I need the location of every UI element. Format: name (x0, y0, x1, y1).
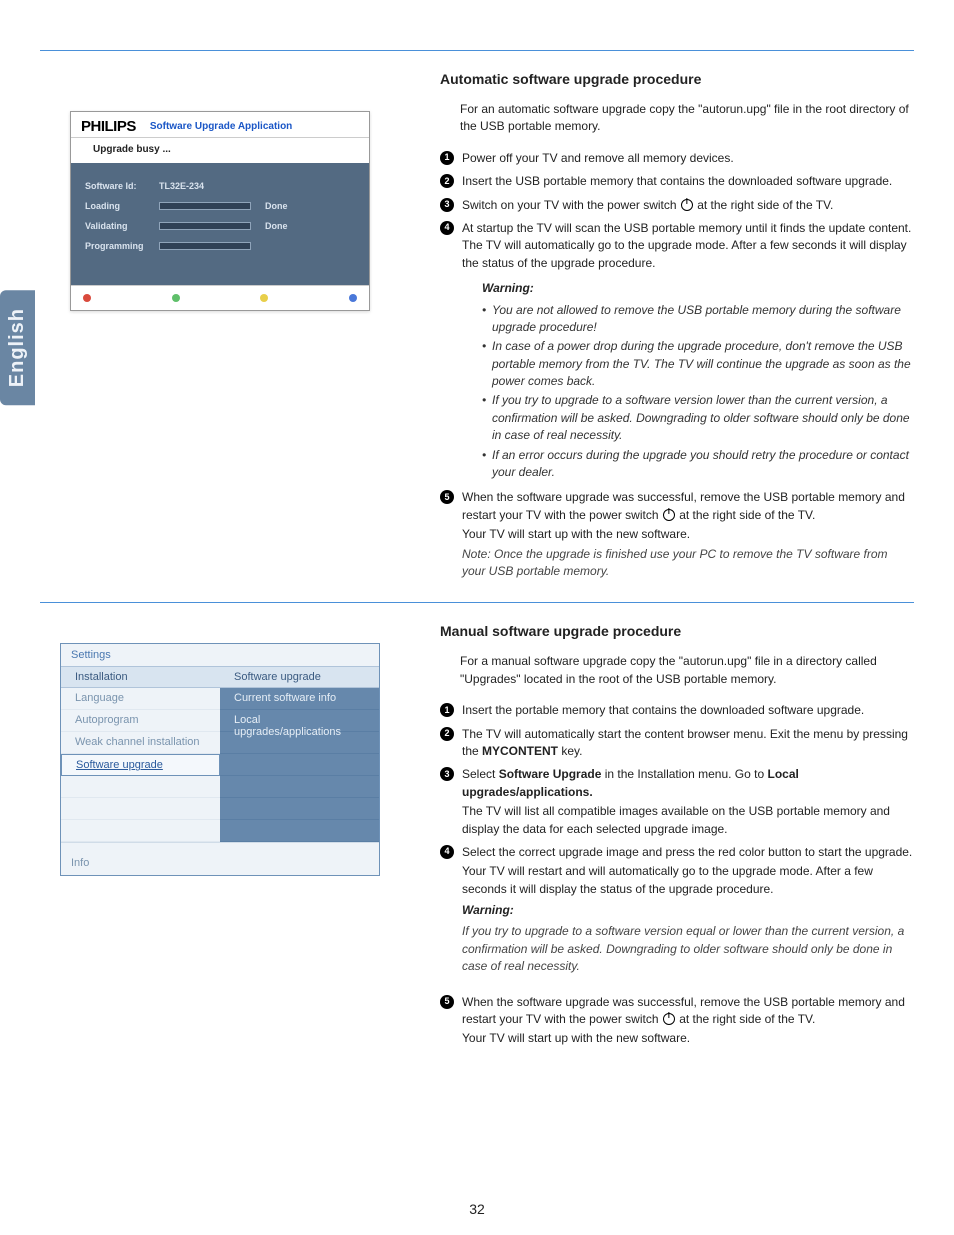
m-step-3a: Select (462, 767, 499, 781)
menu-language: Language (61, 688, 220, 710)
section2-heading: Manual software upgrade procedure (440, 623, 914, 639)
app-title: Software Upgrade Application (150, 121, 292, 132)
m-step-2c: key. (558, 744, 582, 758)
upgrade-busy-text: Upgrade busy ... (71, 138, 369, 163)
step-1-text: Power off your TV and remove all memory … (462, 151, 734, 165)
philips-logo: PHILIPS (81, 118, 136, 135)
validating-label: Validating (85, 221, 151, 231)
m-step-2: 2The TV will automatically start the con… (440, 726, 914, 761)
menu-autoprogram: Autoprogram (61, 710, 220, 732)
section1-heading: Automatic software upgrade procedure (440, 71, 914, 87)
menu-empty (61, 820, 220, 842)
menu-empty (220, 754, 379, 776)
validating-done: Done (265, 221, 288, 231)
m-step-5: 5When the software upgrade was successfu… (440, 994, 914, 1048)
blue-dot-icon (349, 294, 357, 302)
col1-head: Installation (61, 666, 220, 688)
m-step-5c: Your TV will start up with the new softw… (462, 1030, 914, 1047)
m-warning-text: If you try to upgrade to a software vers… (462, 923, 914, 975)
m-step-1-text: Insert the portable memory that contains… (462, 703, 864, 717)
loading-progress (159, 202, 251, 210)
programming-label: Programming (85, 241, 151, 251)
loading-done: Done (265, 201, 288, 211)
col2-head: Software upgrade (220, 666, 379, 688)
yellow-dot-icon (260, 294, 268, 302)
m-step-5b: at the right side of the TV. (676, 1012, 815, 1026)
section1-intro: For an automatic software upgrade copy t… (460, 101, 914, 136)
step-5: 5When the software upgrade was successfu… (440, 489, 914, 580)
validating-progress (159, 222, 251, 230)
m-step-4a: Select the correct upgrade image and pre… (462, 845, 912, 859)
step-4: 4At startup the TV will scan the USB por… (440, 220, 914, 481)
menu-empty (220, 798, 379, 820)
step-3: 3Switch on your TV with the power switch… (440, 197, 914, 214)
warning-1: You are not allowed to remove the USB po… (482, 302, 914, 337)
step-5-sub: Your TV will start up with the new softw… (462, 526, 914, 543)
step-1: 1Power off your TV and remove all memory… (440, 150, 914, 167)
m-step-1: 1Insert the portable memory that contain… (440, 702, 914, 719)
menu-weak-channel: Weak channel installation (61, 732, 220, 754)
m-step-4: 4Select the correct upgrade image and pr… (440, 844, 914, 976)
software-id-value: TL32E-234 (159, 181, 204, 191)
step-4-text: At startup the TV will scan the USB port… (462, 221, 911, 270)
mycontent-key: MYCONTENT (482, 744, 558, 758)
m-step-4b: Your TV will restart and will automatica… (462, 863, 914, 898)
step-3-text-b: at the right side of the TV. (694, 198, 833, 212)
settings-title: Settings (61, 644, 379, 666)
software-id-label: Software Id: (85, 181, 151, 191)
step-5-text-b: at the right side of the TV. (676, 508, 815, 522)
m-step-3b: Software Upgrade (499, 767, 602, 781)
m-step-3e: The TV will list all compatible images a… (462, 803, 914, 838)
settings-menu-screenshot: Settings Installation Language Autoprogr… (60, 643, 380, 876)
warning-3: If you try to upgrade to a software vers… (482, 392, 914, 444)
loading-label: Loading (85, 201, 151, 211)
programming-progress (159, 242, 251, 250)
m-step-3: 3Select Software Upgrade in the Installa… (440, 766, 914, 838)
section2-intro: For a manual software upgrade copy the "… (460, 653, 914, 688)
menu-local-upgrades: Local upgrades/applications (220, 710, 379, 732)
menu-empty (220, 820, 379, 842)
page-number: 32 (0, 1201, 954, 1217)
warning-2: In case of a power drop during the upgra… (482, 338, 914, 390)
menu-empty (220, 776, 379, 798)
menu-software-upgrade: Software upgrade (61, 754, 220, 776)
power-icon (663, 1013, 675, 1025)
settings-footer: Info (61, 842, 379, 875)
warning-title: Warning: (482, 280, 914, 297)
m-step-3c: in the Installation menu. Go to (601, 767, 767, 781)
warning-4: If an error occurs during the upgrade yo… (482, 447, 914, 482)
menu-empty (61, 798, 220, 820)
green-dot-icon (172, 294, 180, 302)
m-warning-title: Warning: (462, 902, 914, 919)
menu-current-software-info: Current software info (220, 688, 379, 710)
power-icon (681, 199, 693, 211)
step-2-text: Insert the USB portable memory that cont… (462, 174, 892, 188)
power-icon (663, 509, 675, 521)
step-2: 2Insert the USB portable memory that con… (440, 173, 914, 190)
step-5-note: Note: Once the upgrade is finished use y… (462, 546, 914, 581)
step-3-text-a: Switch on your TV with the power switch (462, 198, 680, 212)
menu-empty (61, 776, 220, 798)
upgrade-app-screenshot: PHILIPS Software Upgrade Application Upg… (70, 111, 370, 311)
language-tab: English (0, 290, 35, 405)
red-dot-icon (83, 294, 91, 302)
